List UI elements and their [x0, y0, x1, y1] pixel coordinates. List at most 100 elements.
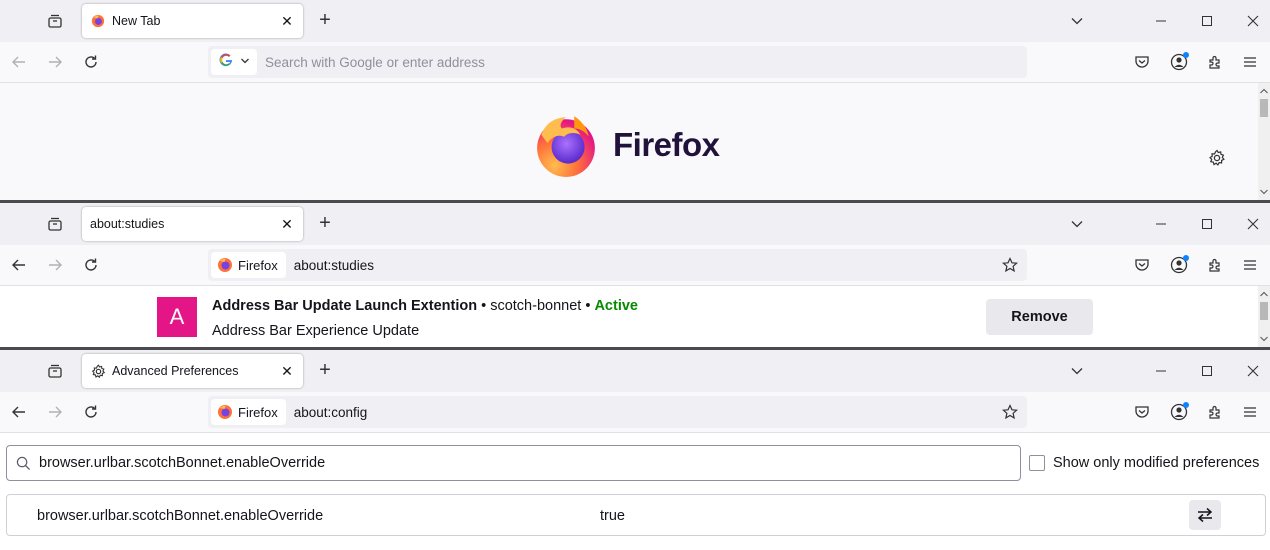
- firefox-icon: [218, 258, 232, 272]
- close-tab-icon[interactable]: ✕: [279, 363, 295, 379]
- forward-arrow-icon[interactable]: [43, 253, 67, 277]
- close-tab-icon[interactable]: ✕: [279, 13, 295, 29]
- chevron-down-icon[interactable]: [1066, 10, 1088, 32]
- tab-title: Advanced Preferences: [112, 364, 239, 378]
- toggle-icon[interactable]: [1189, 500, 1221, 530]
- config-page: Show only modified preferences browser.u…: [0, 433, 1270, 550]
- studies-page: A Address Bar Update Launch Extention • …: [0, 286, 1270, 347]
- back-arrow-icon[interactable]: [7, 253, 31, 277]
- reload-icon[interactable]: [79, 253, 103, 277]
- reload-icon[interactable]: [79, 50, 103, 74]
- study-slug: scotch-bonnet: [490, 298, 582, 314]
- study-description: Address Bar Experience Update: [212, 323, 420, 339]
- firefox-icon: [218, 405, 232, 419]
- url-placeholder[interactable]: Search with Google or enter address: [265, 55, 1027, 70]
- reload-icon[interactable]: [79, 400, 103, 424]
- tab-list-icon[interactable]: [44, 10, 66, 32]
- back-arrow-icon[interactable]: [7, 50, 31, 74]
- bookmark-star-icon[interactable]: [1000, 255, 1020, 275]
- chevron-down-icon[interactable]: [1066, 360, 1088, 382]
- pref-value[interactable]: true: [600, 508, 625, 524]
- plus-icon[interactable]: +: [314, 9, 336, 31]
- url-text[interactable]: about:config: [294, 405, 1027, 420]
- tab-bar: about:studies ✕ +: [0, 203, 1270, 245]
- pocket-icon[interactable]: [1130, 400, 1154, 424]
- notification-badge: [1183, 52, 1189, 58]
- url-bar[interactable]: Search with Google or enter address: [208, 46, 1027, 78]
- scroll-down-icon[interactable]: [1258, 186, 1270, 198]
- pocket-icon[interactable]: [1130, 50, 1154, 74]
- identity-box[interactable]: Firefox: [211, 252, 286, 278]
- puzzle-icon[interactable]: [1203, 50, 1227, 74]
- chevron-down-icon[interactable]: [1066, 213, 1088, 235]
- scrollbar[interactable]: [1258, 83, 1270, 200]
- tab-new-tab[interactable]: New Tab ✕: [82, 4, 303, 38]
- google-icon: [219, 53, 233, 72]
- tab-advanced-preferences[interactable]: Advanced Preferences ✕: [82, 354, 303, 388]
- remove-button[interactable]: Remove: [986, 299, 1093, 335]
- hamburger-menu-icon[interactable]: [1238, 253, 1262, 277]
- gear-icon[interactable]: [1206, 147, 1228, 169]
- study-item: A Address Bar Update Launch Extention • …: [157, 294, 1257, 344]
- nav-bar: Firefox about:config: [0, 392, 1270, 433]
- scroll-up-icon[interactable]: [1258, 288, 1270, 300]
- hamburger-menu-icon[interactable]: [1238, 400, 1262, 424]
- study-title: Address Bar Update Launch Extention • sc…: [212, 298, 638, 314]
- tab-list-icon[interactable]: [44, 213, 66, 235]
- tab-list-icon[interactable]: [44, 360, 66, 382]
- pref-name: browser.urlbar.scotchBonnet.enableOverri…: [37, 508, 324, 524]
- plus-icon[interactable]: +: [314, 212, 336, 234]
- url-text[interactable]: about:studies: [294, 258, 1027, 273]
- study-name: Address Bar Update Launch Extention: [212, 298, 478, 314]
- close-tab-icon[interactable]: ✕: [279, 216, 295, 232]
- close-window-icon[interactable]: [1240, 8, 1266, 34]
- show-modified-checkbox[interactable]: Show only modified preferences: [1029, 455, 1259, 471]
- puzzle-icon[interactable]: [1203, 253, 1227, 277]
- scroll-down-icon[interactable]: [1258, 333, 1270, 345]
- identity-box[interactable]: Firefox: [211, 399, 286, 425]
- maximize-icon[interactable]: [1194, 358, 1220, 384]
- pocket-icon[interactable]: [1130, 253, 1154, 277]
- account-icon[interactable]: [1167, 400, 1191, 424]
- firefox-favicon-icon: [90, 13, 106, 29]
- url-bar[interactable]: Firefox about:config: [208, 396, 1027, 428]
- scroll-up-icon[interactable]: [1258, 85, 1270, 97]
- identity-label: Firefox: [238, 404, 278, 420]
- minimize-icon[interactable]: [1148, 358, 1174, 384]
- close-window-icon[interactable]: [1240, 211, 1266, 237]
- checkbox[interactable]: [1029, 455, 1045, 471]
- firefox-logo-icon: [537, 116, 595, 177]
- puzzle-icon[interactable]: [1203, 400, 1227, 424]
- browser-window-config: Advanced Preferences ✕ + Firefox about:c…: [0, 350, 1270, 550]
- study-status: Active: [594, 298, 638, 314]
- forward-arrow-icon[interactable]: [43, 50, 67, 74]
- pref-row: browser.urlbar.scotchBonnet.enableOverri…: [6, 494, 1266, 536]
- minimize-icon[interactable]: [1148, 211, 1174, 237]
- tab-bar: New Tab ✕ +: [0, 0, 1270, 42]
- firefox-wordmark: Firefox: [613, 126, 720, 163]
- account-icon[interactable]: [1167, 253, 1191, 277]
- notification-badge: [1183, 255, 1189, 261]
- notification-badge: [1183, 402, 1189, 408]
- scroll-thumb[interactable]: [1260, 302, 1268, 320]
- scrollbar[interactable]: [1258, 286, 1270, 347]
- show-modified-label: Show only modified preferences: [1053, 455, 1260, 471]
- close-window-icon[interactable]: [1240, 358, 1266, 384]
- hamburger-menu-icon[interactable]: [1238, 50, 1262, 74]
- forward-arrow-icon[interactable]: [43, 400, 67, 424]
- plus-icon[interactable]: +: [314, 359, 336, 381]
- minimize-icon[interactable]: [1148, 8, 1174, 34]
- scroll-thumb[interactable]: [1260, 99, 1268, 117]
- pref-search-input[interactable]: [39, 455, 1020, 471]
- gear-icon: [90, 363, 106, 379]
- account-icon[interactable]: [1167, 50, 1191, 74]
- maximize-icon[interactable]: [1194, 8, 1220, 34]
- chevron-down-icon: [240, 53, 250, 71]
- search-engine-button[interactable]: [211, 49, 257, 75]
- firefox-logo: Firefox: [533, 112, 720, 178]
- back-arrow-icon[interactable]: [7, 400, 31, 424]
- url-bar[interactable]: Firefox about:studies: [208, 249, 1027, 281]
- tab-about-studies[interactable]: about:studies ✕: [82, 207, 303, 241]
- maximize-icon[interactable]: [1194, 211, 1220, 237]
- bookmark-star-icon[interactable]: [1000, 402, 1020, 422]
